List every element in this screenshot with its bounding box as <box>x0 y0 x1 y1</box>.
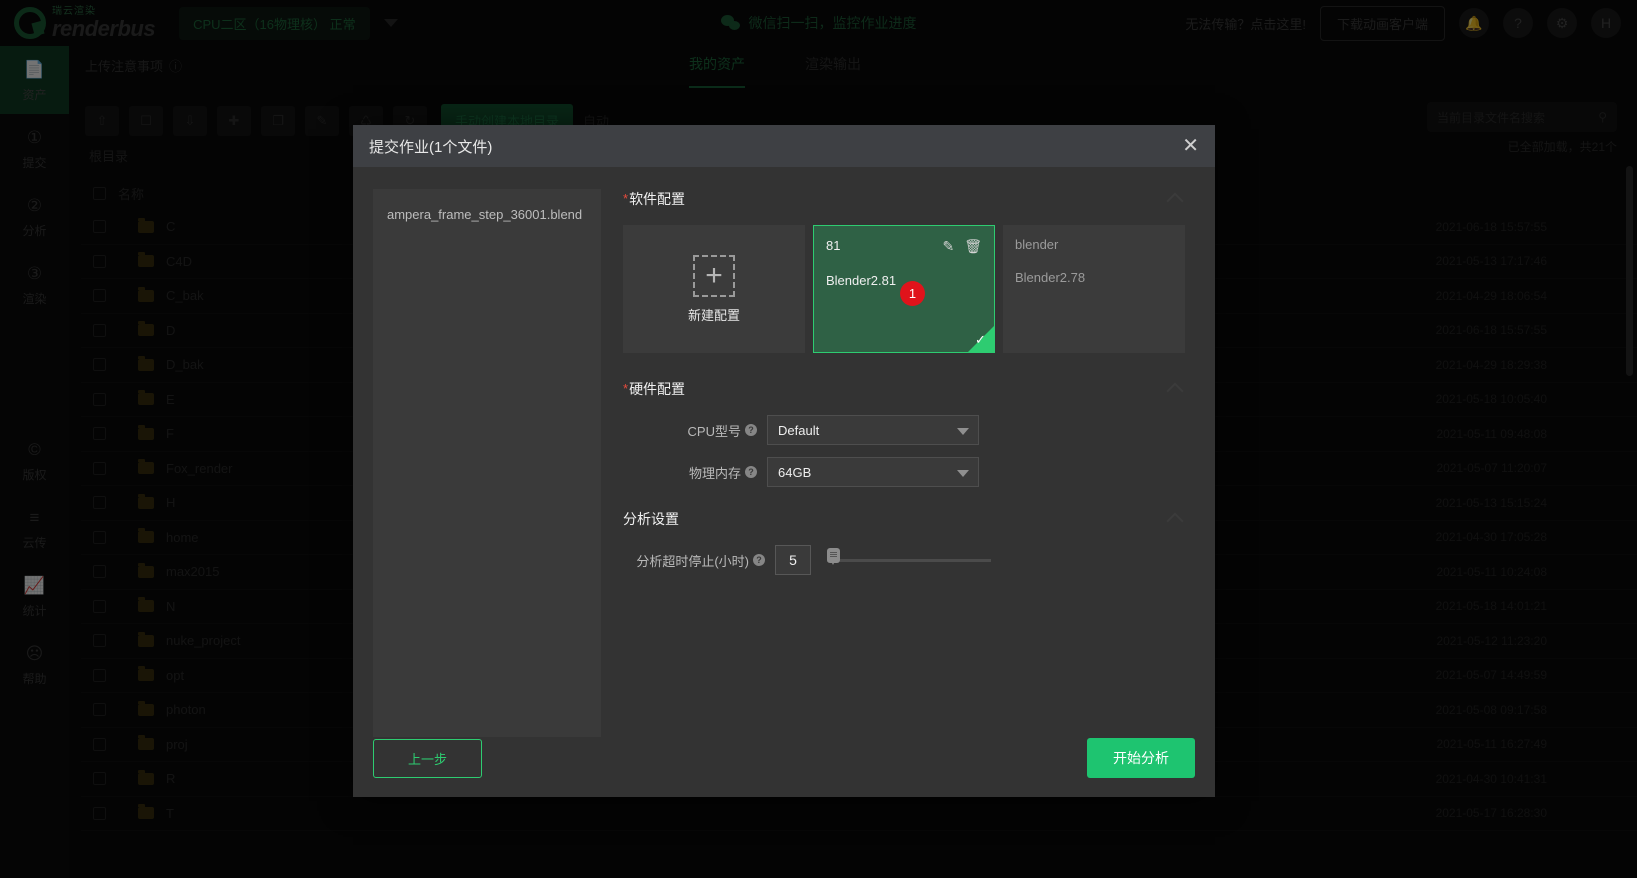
hardware-config-header: * 硬件配置 <box>623 379 1195 399</box>
plus-icon: + <box>693 255 735 297</box>
cpu-model-value: Default <box>778 423 819 438</box>
cpu-model-label: CPU型号 <box>688 421 741 440</box>
hardware-config-title: 硬件配置 <box>629 379 685 399</box>
slider-track <box>827 559 991 562</box>
software-card-id: 81 <box>826 238 840 253</box>
memory-value: 64GB <box>778 465 811 480</box>
cpu-model-label-group: CPU型号 ? <box>623 421 767 440</box>
cpu-model-row: CPU型号 ? Default <box>623 415 1195 445</box>
memory-label: 物理内存 <box>689 463 741 482</box>
new-config-card[interactable]: + 新建配置 <box>623 225 805 353</box>
check-icon <box>968 326 994 352</box>
chevron-down-icon <box>957 428 969 435</box>
analysis-timeout-label-group: 分析超时停止(小时) ? <box>623 551 775 570</box>
software-card-list: + 新建配置 81 ✎ 🗑 Blender2.81 1 <box>623 225 1195 353</box>
software-card-name: Blender2.78 <box>1015 270 1173 285</box>
question-icon[interactable]: ? <box>745 466 757 478</box>
submit-job-dialog: 提交作业(1个文件) ✕ ampera_frame_step_36001.ble… <box>353 125 1215 797</box>
question-icon[interactable]: ? <box>753 554 765 566</box>
analysis-timeout-label: 分析超时停止(小时) <box>636 551 749 570</box>
analysis-settings-title: 分析设置 <box>623 509 679 529</box>
slider-thumb[interactable] <box>827 548 840 563</box>
analysis-timeout-input[interactable]: 5 <box>775 545 811 575</box>
start-analysis-button[interactable]: 开始分析 <box>1087 738 1195 778</box>
memory-label-group: 物理内存 ? <box>623 463 767 482</box>
cpu-model-select[interactable]: Default <box>767 415 979 445</box>
software-config-title: 软件配置 <box>629 189 685 209</box>
question-icon[interactable]: ? <box>745 424 757 436</box>
software-card-id: blender <box>1015 237 1058 252</box>
software-card-blender278[interactable]: blender Blender2.78 <box>1003 225 1185 353</box>
software-card-selected[interactable]: 81 ✎ 🗑 Blender2.81 1 <box>813 225 995 353</box>
analysis-settings-header: 分析设置 <box>623 509 1195 529</box>
edit-icon[interactable]: ✎ <box>942 238 954 255</box>
required-marker: * <box>623 379 628 399</box>
dialog-title: 提交作业(1个文件) <box>369 136 492 157</box>
software-config-header: * 软件配置 <box>623 189 1195 209</box>
configuration-panel: * 软件配置 + 新建配置 81 ✎ 🗑 <box>623 189 1195 719</box>
memory-row: 物理内存 ? 64GB <box>623 457 1195 487</box>
selected-files-panel: ampera_frame_step_36001.blend <box>373 189 601 737</box>
analysis-timeout-row: 分析超时停止(小时) ? 5 <box>623 545 1195 575</box>
selected-file-name: ampera_frame_step_36001.blend <box>387 207 587 222</box>
chevron-up-icon[interactable] <box>1167 193 1184 210</box>
required-marker: * <box>623 189 628 209</box>
chevron-up-icon[interactable] <box>1167 383 1184 400</box>
status-badge: 1 <box>900 281 925 306</box>
close-icon[interactable]: ✕ <box>1182 136 1199 156</box>
memory-select[interactable]: 64GB <box>767 457 979 487</box>
dialog-header: 提交作业(1个文件) ✕ <box>353 125 1215 167</box>
trash-icon[interactable]: 🗑 <box>964 238 982 255</box>
chevron-up-icon[interactable] <box>1167 513 1184 530</box>
previous-step-button[interactable]: 上一步 <box>373 739 482 778</box>
chevron-down-icon <box>957 470 969 477</box>
new-config-label: 新建配置 <box>688 305 740 324</box>
analysis-timeout-slider[interactable] <box>827 545 991 575</box>
dialog-footer: 上一步 开始分析 <box>353 719 1215 797</box>
dialog-body: ampera_frame_step_36001.blend * 软件配置 + 新… <box>353 167 1215 719</box>
